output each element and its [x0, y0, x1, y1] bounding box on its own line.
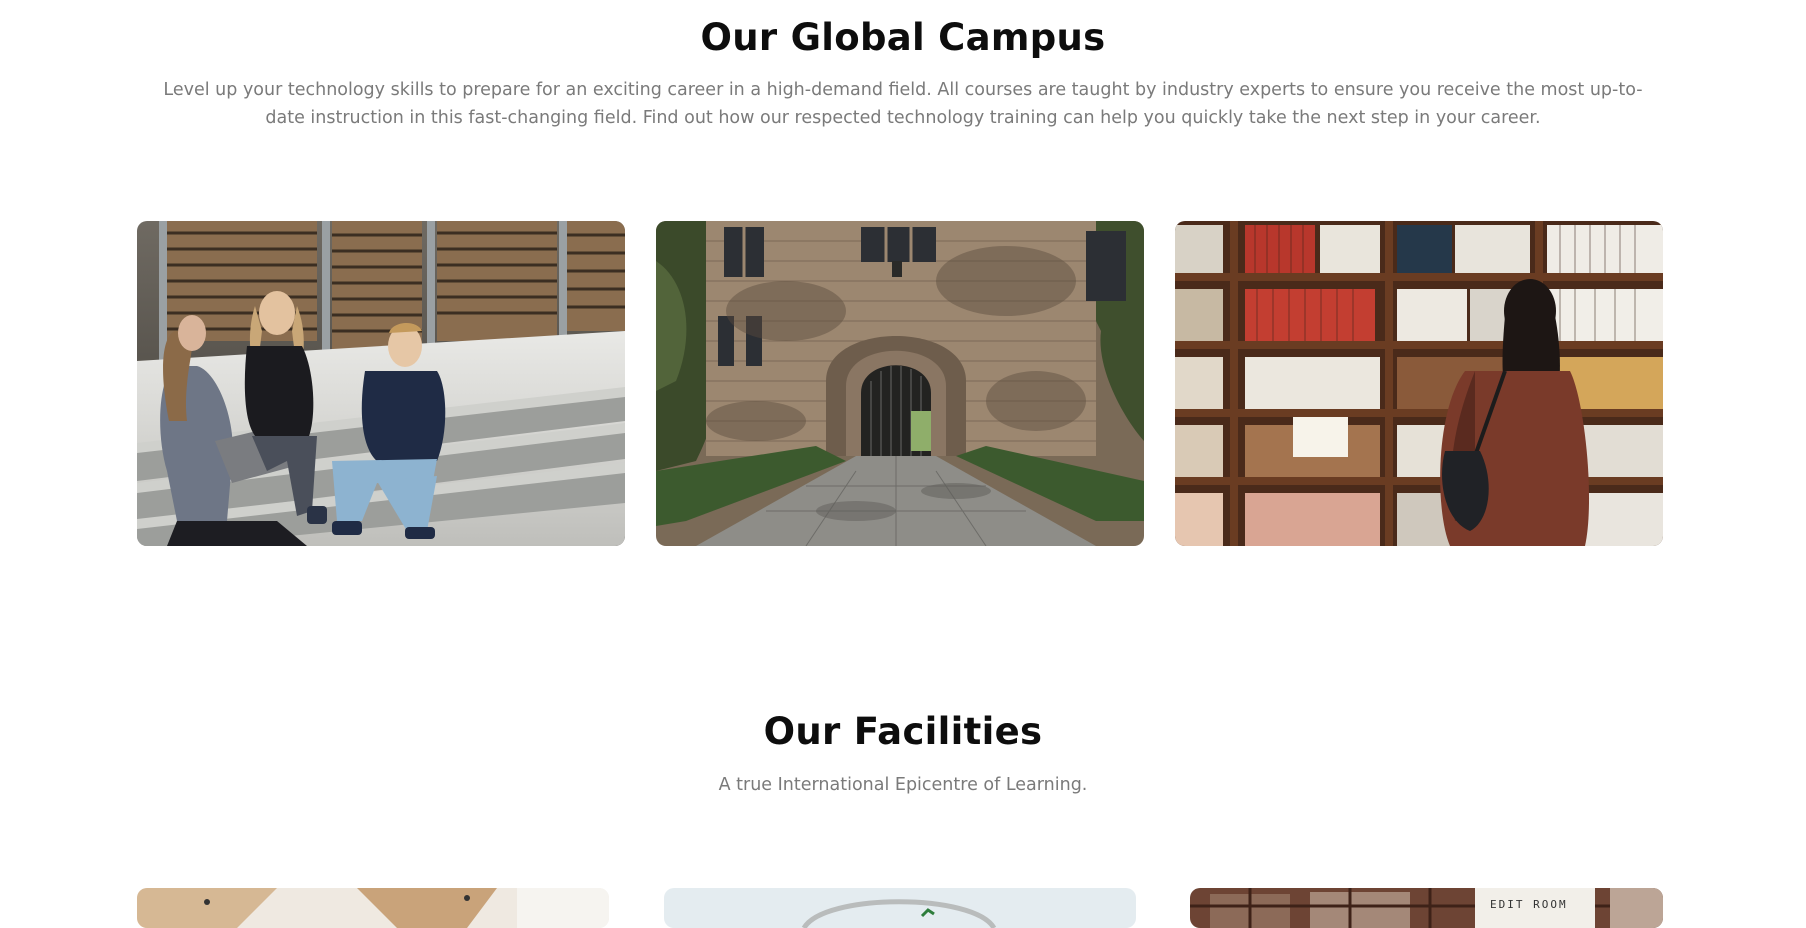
facility-image-edit-room: EDIT ROOM [1190, 888, 1663, 928]
campus-image-archway [656, 221, 1144, 546]
campus-title: Our Global Campus [700, 16, 1106, 59]
facility-image-sports [664, 888, 1136, 928]
facilities-subtitle: A true International Epicentre of Learni… [718, 775, 1088, 795]
campus-description: Level up your technology skills to prepa… [163, 80, 1643, 128]
edit-room-sign: EDIT ROOM [1490, 898, 1568, 911]
facility-image-lounge [137, 888, 609, 928]
campus-image-students [137, 221, 625, 546]
facilities-title: Our Facilities [763, 710, 1043, 753]
campus-image-library [1175, 221, 1663, 546]
